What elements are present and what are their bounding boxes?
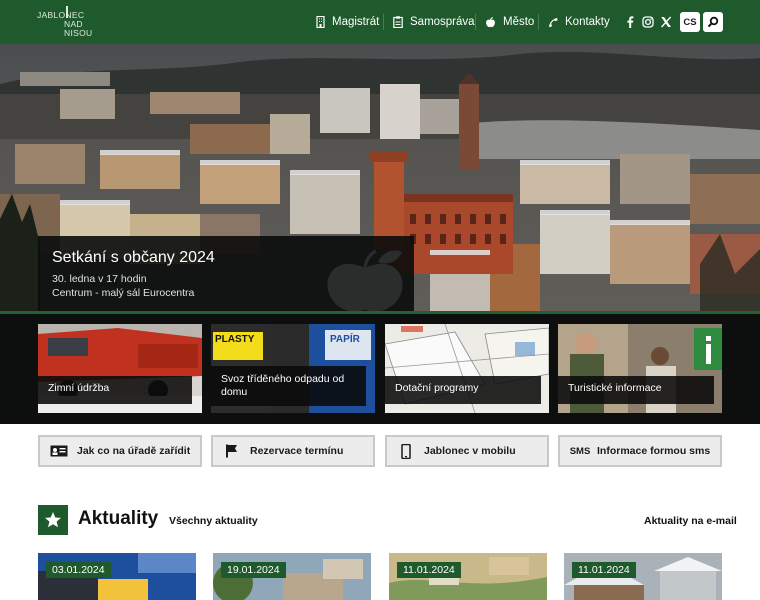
x-icon[interactable]: [659, 15, 673, 29]
quick-jak-co-zaridit[interactable]: Jak co na úřadě zařídit: [38, 435, 202, 467]
news-card[interactable]: 11.01.2024: [389, 553, 547, 600]
facebook-icon[interactable]: [623, 15, 637, 29]
search-button[interactable]: [703, 12, 723, 32]
nav-divider: [538, 14, 539, 30]
news-card[interactable]: 11.01.2024: [564, 553, 722, 600]
quick-rezervace-terminu[interactable]: Rezervace termínu: [211, 435, 375, 467]
nav-mesto[interactable]: Město: [485, 14, 534, 30]
quick-label: Jablonec v mobilu: [424, 445, 516, 457]
tile-zimni-udrzba[interactable]: Zimní údržba: [38, 324, 202, 413]
nav-label: Samospráva: [410, 16, 475, 28]
quick-jablonec-v-mobilu[interactable]: Jablonec v mobilu: [385, 435, 549, 467]
building-icon: [316, 16, 325, 28]
all-news-link[interactable]: Všechny aktuality: [169, 515, 258, 527]
news-date: 11.01.2024: [397, 562, 461, 578]
search-icon: [707, 16, 719, 28]
nav-divider: [383, 14, 384, 30]
quick-informace-sms[interactable]: SMS Informace formou sms: [558, 435, 722, 467]
news-date: 11.01.2024: [572, 562, 636, 578]
news-email-link[interactable]: Aktuality na e-mail: [644, 515, 737, 527]
tile-sign-plasty: PLASTY: [215, 334, 255, 345]
tile-label: Turistické informace: [558, 376, 714, 404]
news-date: 19.01.2024: [221, 562, 286, 578]
id-card-icon: [50, 444, 68, 458]
aktuality-heading: Aktuality: [78, 508, 159, 529]
hero-date: 30. ledna v 17 hodin: [52, 273, 147, 285]
hero-banner[interactable]: Setkání s občany 2024 30. ledna v 17 hod…: [0, 44, 760, 312]
language-switcher[interactable]: CS: [680, 12, 700, 32]
logo-line-3: NISOU: [64, 28, 93, 38]
nav-samosprava[interactable]: Samospráva: [393, 14, 475, 30]
sms-icon: SMS: [569, 445, 591, 457]
nav-label: Kontakty: [565, 16, 610, 28]
tile-label: Zimní údržba: [38, 376, 192, 404]
nav-kontakty[interactable]: Kontakty: [548, 14, 610, 30]
featured-tiles: Zimní údržba PLASTY PAPÍR Svoz tříděného…: [0, 314, 760, 424]
site-header: JABLONEC NAD NISOU Magistrát Samospráva …: [0, 0, 760, 44]
tile-sign-papir: PAPÍR: [330, 334, 360, 345]
instagram-icon[interactable]: [641, 15, 655, 29]
news-card[interactable]: 03.01.2024: [38, 553, 196, 600]
news-date: 03.01.2024: [46, 562, 111, 578]
apple-icon: [486, 16, 495, 27]
news-card[interactable]: 19.01.2024: [213, 553, 371, 600]
tile-svoz-odpadu[interactable]: PLASTY PAPÍR Svoz tříděného odpadu od do…: [211, 324, 375, 413]
nav-label: Město: [503, 16, 535, 28]
tile-label: Dotační programy: [385, 376, 541, 404]
nav-magistrat[interactable]: Magistrát: [316, 14, 379, 30]
clipboard-icon: [393, 16, 403, 28]
tile-dotacni-programy[interactable]: Dotační programy: [385, 324, 549, 413]
mobile-phone-icon: [397, 443, 415, 459]
star-icon: [38, 505, 68, 535]
tile-turisticke-informace[interactable]: Turistické informace: [558, 324, 722, 413]
tile-label: Svoz tříděného odpadu od domu: [211, 366, 366, 406]
quick-label: Jak co na úřadě zařídit: [77, 445, 191, 457]
hero-caption[interactable]: Setkání s občany 2024 30. ledna v 17 hod…: [38, 236, 414, 312]
hero-location: Centrum - malý sál Eurocentra: [52, 287, 195, 299]
site-logo[interactable]: JABLONEC NAD NISOU: [37, 6, 93, 38]
quick-label: Rezervace termínu: [250, 445, 344, 457]
quick-label: Informace formou sms: [597, 445, 711, 457]
apple-watermark-icon: [327, 249, 403, 312]
flag-icon: [223, 444, 241, 458]
hero-title: Setkání s občany 2024: [52, 249, 215, 266]
nav-divider: [475, 14, 476, 30]
phone-icon: [549, 17, 558, 27]
nav-label: Magistrát: [332, 16, 380, 28]
